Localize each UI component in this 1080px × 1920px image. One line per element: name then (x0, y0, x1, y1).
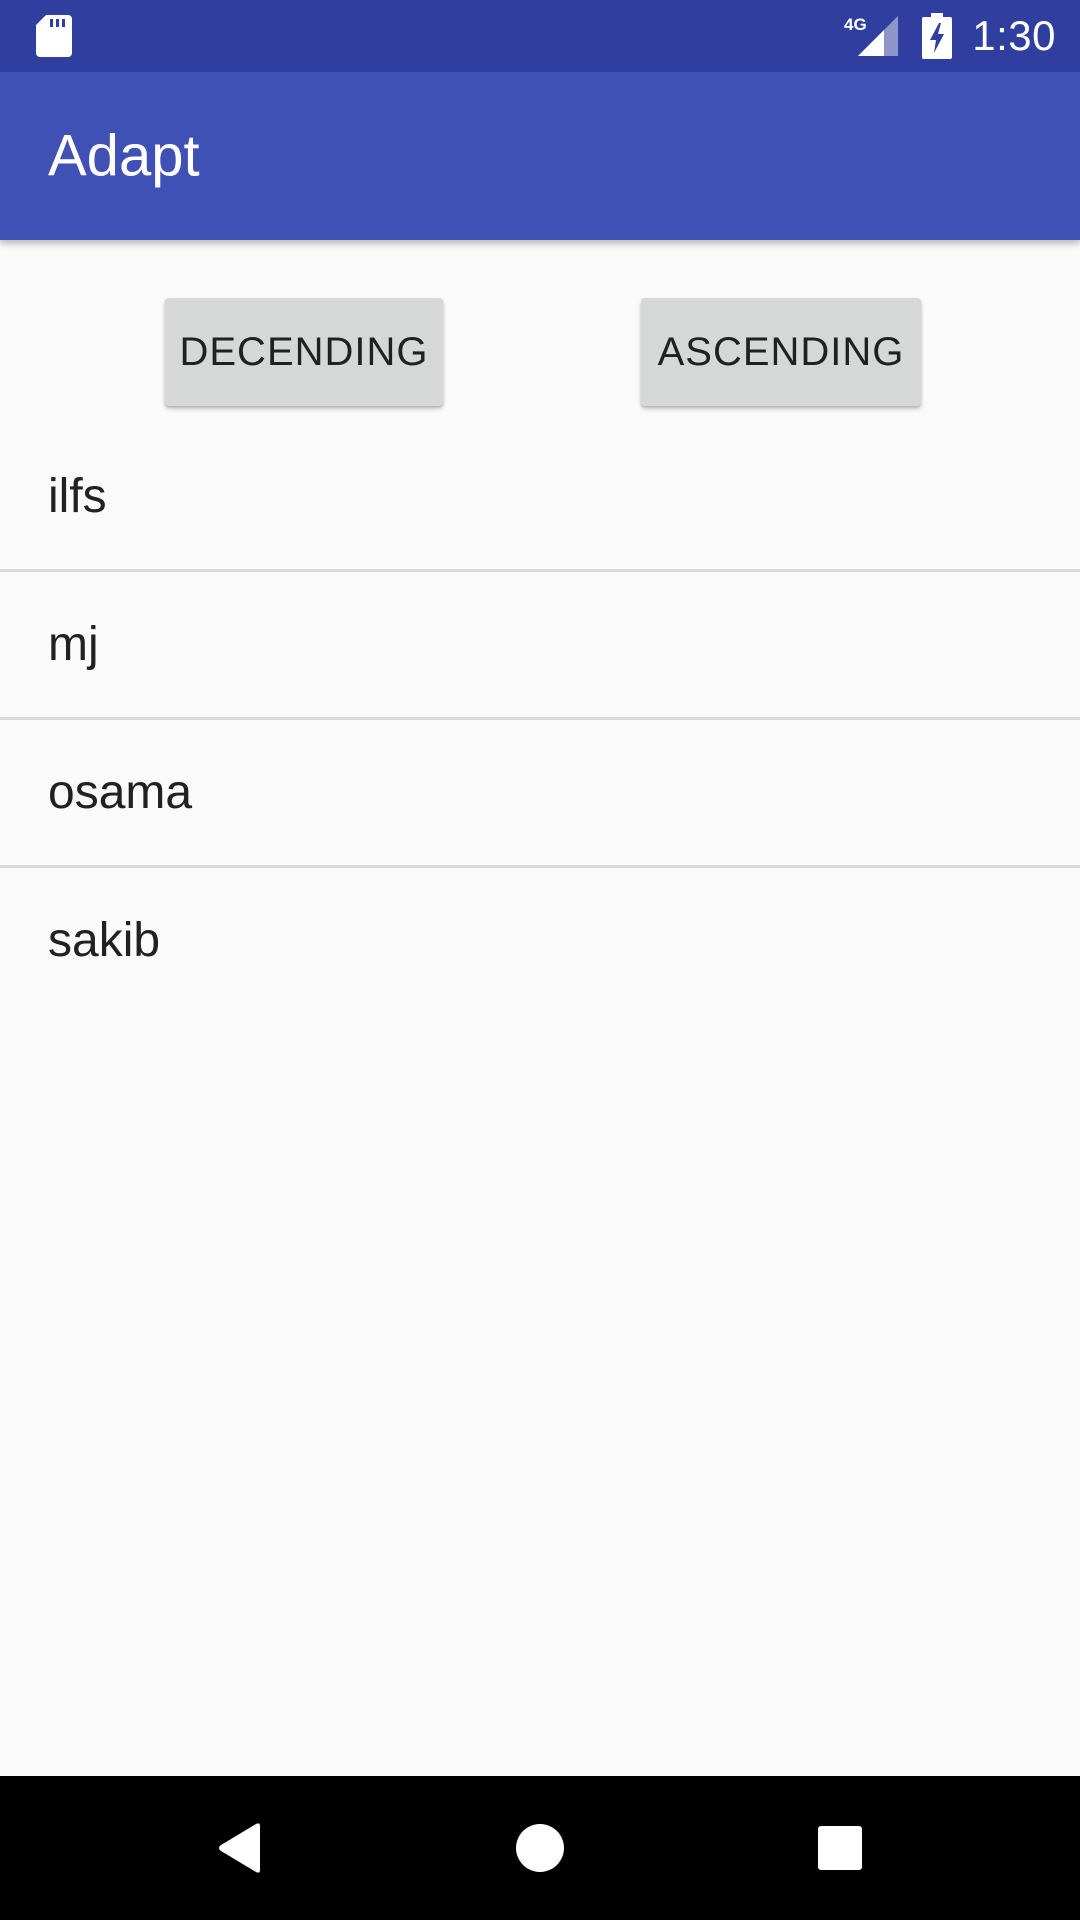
screen: 4G 1:30 Adapt DECENDING ASCENDING ilfs m… (0, 0, 1080, 1920)
sd-card-icon (36, 15, 72, 57)
ascending-button[interactable]: ASCENDING (641, 298, 921, 406)
back-icon (219, 1823, 260, 1873)
signal-4g-icon: 4G (844, 15, 899, 56)
recents-button[interactable] (768, 1776, 912, 1920)
descending-button[interactable]: DECENDING (165, 298, 443, 406)
names-list: ilfs mj osama sakib (0, 424, 1080, 1013)
recents-icon (818, 1826, 862, 1870)
status-icons: 4G 1:30 (844, 0, 1056, 72)
status-bar: 4G 1:30 (0, 0, 1080, 72)
battery-charging-icon (922, 13, 953, 59)
home-icon (516, 1824, 564, 1872)
app-bar: Adapt (0, 72, 1080, 240)
list-item[interactable]: osama (0, 720, 1080, 868)
app-title: Adapt (48, 123, 200, 189)
home-button[interactable] (468, 1776, 612, 1920)
list-item[interactable]: ilfs (0, 424, 1080, 572)
list-item[interactable]: sakib (0, 868, 1080, 1013)
list-item[interactable]: mj (0, 572, 1080, 720)
navigation-bar (0, 1776, 1080, 1920)
clock: 1:30 (972, 12, 1056, 59)
svg-text:4G: 4G (844, 15, 867, 34)
back-button[interactable] (168, 1776, 312, 1920)
